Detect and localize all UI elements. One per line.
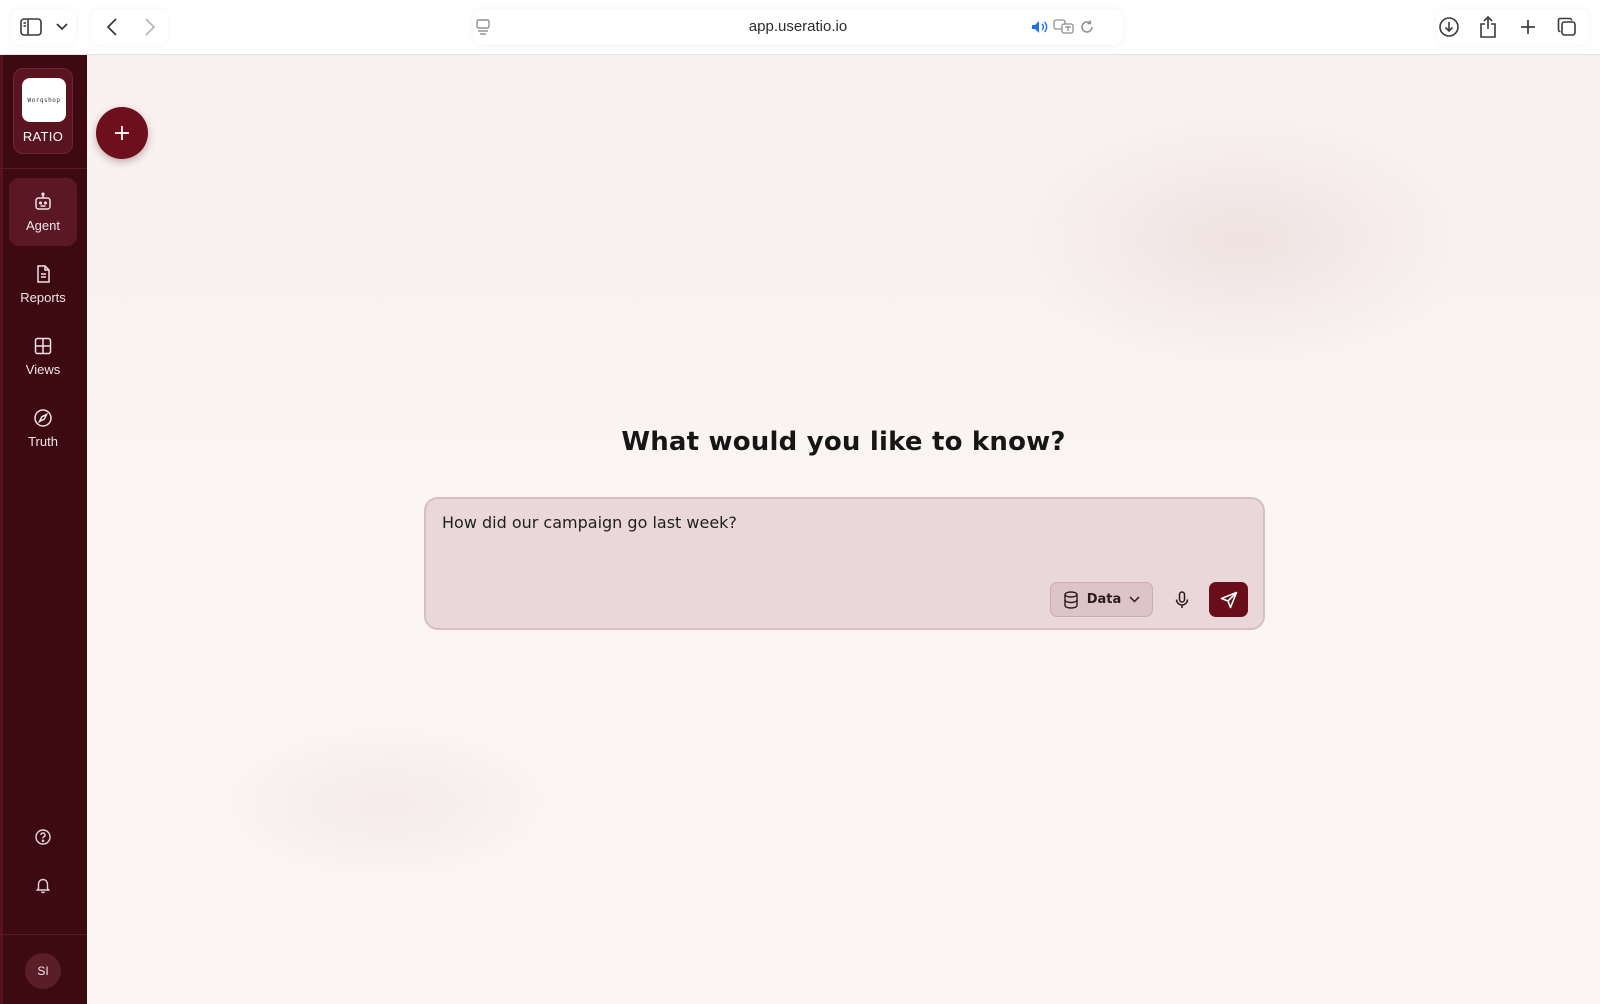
back-arrow-icon[interactable]	[100, 15, 124, 39]
app-sidebar: Worqshop RATIO Agent Reports Views Truth…	[0, 55, 87, 1004]
grid-icon	[34, 337, 52, 354]
microphone-button[interactable]	[1164, 582, 1200, 617]
page-title: What would you like to know?	[621, 427, 1066, 457]
prompt-input[interactable]: How did our campaign go last week?	[442, 513, 1242, 573]
chevron-down-icon	[1129, 596, 1140, 603]
document-icon	[37, 264, 50, 283]
microphone-icon	[1175, 590, 1189, 608]
avatar[interactable]: SI	[25, 953, 61, 989]
sidebar-item-label: Truth	[28, 433, 58, 449]
download-icon[interactable]	[1437, 15, 1461, 39]
sidebar-item-label: Views	[25, 361, 61, 377]
sidebar-item-truth[interactable]: Truth	[9, 394, 77, 462]
sidebar-item-agent[interactable]: Agent	[9, 178, 77, 246]
brand-name: RATIO	[22, 129, 64, 144]
address-bar[interactable]: app.useratio.io	[473, 9, 1123, 45]
database-icon	[1064, 590, 1078, 609]
help-icon[interactable]	[33, 827, 53, 847]
forward-arrow-icon[interactable]	[138, 15, 162, 39]
sidebar-item-views[interactable]: Views	[9, 322, 77, 390]
browser-toolbar: app.useratio.io	[0, 0, 1600, 55]
prompt-composer: How did our campaign go last week? Data	[424, 497, 1265, 630]
workspace-switcher[interactable]: Worqshop RATIO	[13, 68, 73, 154]
data-source-dropdown[interactable]: Data	[1050, 582, 1153, 617]
new-tab-icon[interactable]	[1516, 15, 1540, 39]
tab-overview-icon[interactable]	[1555, 15, 1579, 39]
send-button[interactable]	[1209, 582, 1248, 617]
workspace-logo: Worqshop	[22, 78, 66, 122]
chevron-down-icon[interactable]	[52, 17, 72, 37]
compass-icon	[34, 408, 52, 427]
sidebar-item-label: Agent	[26, 217, 60, 233]
sidebar-divider	[0, 168, 87, 169]
bell-icon[interactable]	[33, 875, 53, 895]
robot-icon	[35, 192, 51, 210]
sidebar-item-label: Reports	[20, 289, 66, 305]
sidebar-item-reports[interactable]: Reports	[9, 250, 77, 318]
sidebar-divider	[0, 934, 87, 935]
speaker-icon[interactable]	[1030, 18, 1050, 36]
sidebar-toggle-icon[interactable]	[18, 15, 44, 39]
translate-icon[interactable]	[1053, 18, 1075, 36]
main-content: + What would you like to know? How did o…	[87, 55, 1600, 1004]
send-icon	[1220, 591, 1237, 608]
new-chat-button[interactable]: +	[96, 107, 148, 159]
url-text: app.useratio.io	[748, 18, 848, 35]
reload-icon[interactable]	[1077, 18, 1097, 36]
data-source-label: Data	[1086, 592, 1122, 607]
share-icon[interactable]	[1476, 14, 1500, 40]
